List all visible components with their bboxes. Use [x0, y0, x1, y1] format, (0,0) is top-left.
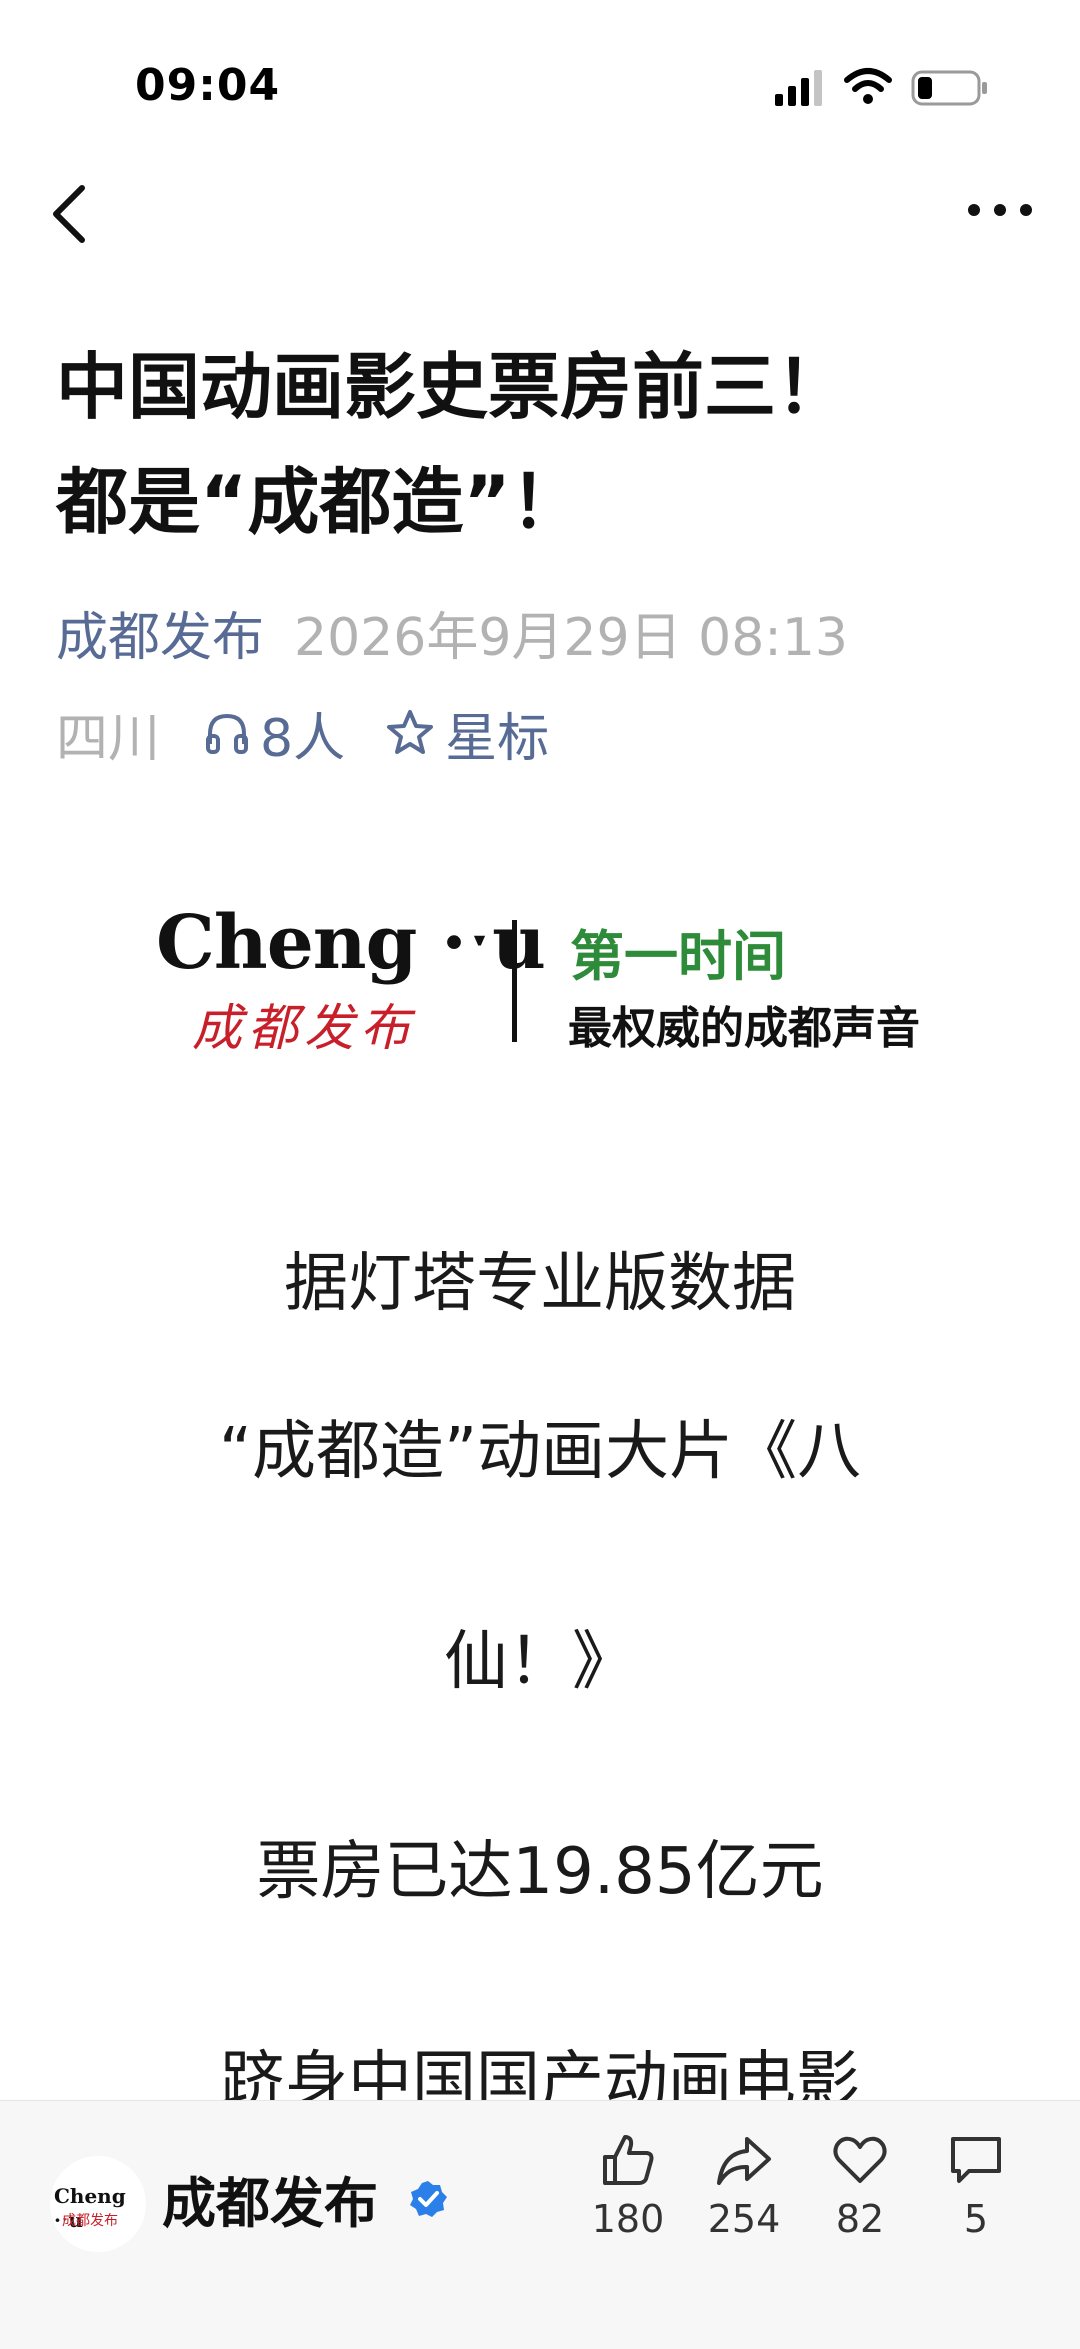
- account-name[interactable]: 成都发布: [162, 2159, 378, 2238]
- heart-icon: [833, 2136, 887, 2183]
- star-icon: [387, 710, 434, 754]
- status-bar: 09:04: [0, 0, 1080, 160]
- article-title: 中国动画影史票房前三！ 都是“成都造”！: [56, 330, 1036, 560]
- bottom-action-bar: Cheng ·ˑu 成都发布 成都发布 180 254 82 5: [0, 2100, 1080, 2349]
- banner-divider: [512, 920, 517, 1042]
- like-count: 180: [591, 2197, 665, 2241]
- title-line: 都是“成都造”！: [56, 460, 583, 544]
- body-paragraph: “成都造”动画大片《八: [218, 1415, 862, 1489]
- body-paragraph: 票房已达19.85亿元: [256, 1835, 824, 1909]
- star-button[interactable]: 星标: [385, 696, 549, 771]
- listen-count[interactable]: 8人: [204, 696, 345, 771]
- banner-tagline: 第一时间: [570, 924, 786, 988]
- article-meta-secondary: 四川 8人 星标: [56, 696, 549, 771]
- headphones-icon: [206, 713, 249, 754]
- avatar-logo-cn: 成都发布: [62, 2213, 118, 2229]
- body-paragraph: 仙！》: [444, 1625, 636, 1699]
- banner-logo: Cheng ·ˑu: [156, 900, 546, 986]
- region: 四川: [56, 708, 161, 769]
- share-button[interactable]: 254: [694, 2131, 794, 2241]
- author-link[interactable]: 成都发布: [56, 608, 264, 668]
- article-meta: 成都发布 2026年9月29日 08:13: [56, 595, 848, 668]
- more-dots-icon: [968, 204, 1032, 216]
- verified-icon: [410, 2181, 447, 2217]
- publish-time: 2026年9月29日 08:13: [294, 608, 848, 668]
- favorite-button[interactable]: 82: [810, 2131, 910, 2241]
- comment-count: 5: [963, 2197, 989, 2241]
- comment-button[interactable]: 5: [926, 2131, 1026, 2241]
- star-label: 星标: [445, 708, 550, 769]
- body-paragraph: 据灯塔专业版数据: [284, 1247, 796, 1321]
- banner-logo-cn: 成都发布: [192, 999, 416, 1057]
- banner-slogan: 最权威的成都声音: [568, 1003, 920, 1054]
- comment-icon: [951, 2137, 1001, 2183]
- share-count: 254: [707, 2197, 781, 2241]
- battery-icon: [911, 70, 987, 106]
- brand-banner: Cheng ·ˑu 成都发布 第一时间 最权威的成都声音: [150, 900, 950, 1057]
- wifi-icon: [844, 68, 892, 104]
- more-button[interactable]: [960, 185, 1040, 235]
- share-icon: [717, 2137, 771, 2185]
- back-button[interactable]: [40, 178, 100, 248]
- signal-icon: [775, 70, 822, 106]
- listen-count-label: 8人: [260, 708, 346, 769]
- title-line: 中国动画影史票房前三！: [56, 345, 849, 429]
- account-avatar[interactable]: Cheng ·ˑu 成都发布: [50, 2156, 146, 2252]
- like-button[interactable]: 180: [578, 2131, 678, 2241]
- thumbs-up-icon: [603, 2135, 654, 2185]
- back-arrow-icon: [53, 185, 85, 243]
- favorite-count: 82: [835, 2197, 885, 2241]
- status-time: 09:04: [135, 60, 281, 111]
